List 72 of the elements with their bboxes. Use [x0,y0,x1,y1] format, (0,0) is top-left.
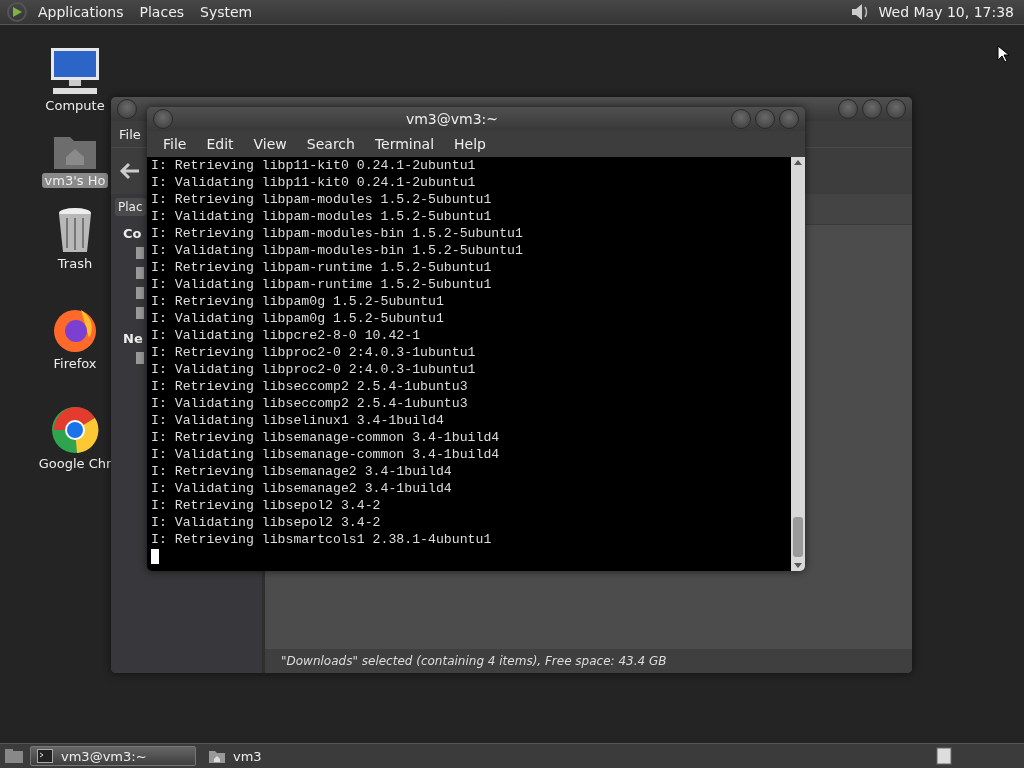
window-title: vm3@vm3:~ [404,111,500,127]
panel-menu[interactable]: Places [133,4,191,20]
window-button[interactable] [838,99,858,119]
terminal-line: I: Retrieving libpam-modules-bin 1.5.2-5ubuntu1 [151,225,524,242]
menu-item[interactable]: File [115,126,145,142]
panel-menu[interactable]: System [194,4,259,20]
drive-icon[interactable] [135,306,145,320]
terminal-line: I: Validating libp11-kit0 0.24.1-2ubuntu1 [151,174,477,191]
icon-label[interactable]: Compute [42,98,108,113]
window-button[interactable] [755,109,775,129]
terminal-line: I: Retrieving libsmartcols1 2.38.1-4ubuntu1 [151,531,493,548]
show-desktop-icon[interactable] [4,748,24,764]
workspace-icon[interactable] [936,747,952,765]
icon-label[interactable]: Trash [54,256,96,271]
window-button[interactable] [153,109,173,129]
icon-label[interactable]: Firefox [50,356,100,371]
window-button[interactable] [862,99,882,119]
scroll-down-icon[interactable] [794,563,802,569]
terminal-line: I: Retrieving libpam-modules 1.5.2-5ubuntu1 [151,191,493,208]
terminal-line: I: Retrieving libp11-kit0 0.24.1-2ubuntu1 [151,157,477,174]
status-bar: "Downloads" selected (containing 4 items), Free space: 43.4 GB [265,649,912,673]
icon-label[interactable]: Google Chr [35,456,115,471]
terminal-line: I: Retrieving libsemanage2 3.4-1build4 [151,463,453,480]
drive-icon[interactable] [135,286,145,300]
terminal-icon [37,749,53,763]
sidebar-heading: Ne [123,331,143,346]
terminal-line: I: Retrieving libproc2-0 2:4.0.3-1ubuntu1 [151,344,477,361]
terminal-line: I: Retrieving libsepol2 3.4-2 [151,497,382,514]
terminal-line: I: Validating libseccomp2 2.5.4-1ubuntu3 [151,395,469,412]
terminal-line: I: Validating libsepol2 3.4-2 [151,514,382,531]
terminal-line: I: Validating libpam-modules-bin 1.5.2-5ubuntu1 [151,242,524,259]
chrome-icon [51,406,99,454]
drive-icon[interactable] [135,351,145,365]
menu-item[interactable]: Terminal [366,136,443,152]
window-button[interactable] [731,109,751,129]
terminal-line: I: Validating libproc2-0 2:4.0.3-1ubuntu1 [151,361,477,378]
sidebar-heading: Co [123,226,142,241]
terminal-line: I: Retrieving libsemanage-common 3.4-1build4 [151,429,501,446]
window-button[interactable] [886,99,906,119]
menu-item[interactable]: Help [446,136,494,152]
terminal-line: I: Validating libsemanage-common 3.4-1build4 [151,446,501,463]
terminal-line: I: Validating libsemanage2 3.4-1build4 [151,480,453,497]
window-button[interactable] [117,99,137,119]
back-icon[interactable] [119,162,141,180]
folder-icon [209,749,225,763]
terminal-line: I: Validating libpam0g 1.5.2-5ubuntu1 [151,310,445,327]
scroll-thumb[interactable] [793,517,803,557]
places-button[interactable]: Plac [115,198,146,216]
terminal-line: I: Validating libpam-runtime 1.5.2-5ubuntu1 [151,276,493,293]
scrollbar[interactable] [791,157,805,571]
text-cursor [151,549,159,564]
taskbar-button[interactable]: vm3 [202,746,312,766]
drive-icon[interactable] [135,246,145,260]
computer-icon [49,46,101,96]
terminal-line: I: Validating libselinux1 3.4-1build4 [151,412,445,429]
menu-item[interactable]: View [245,136,295,152]
panel-menu[interactable]: Applications [32,4,130,20]
scroll-up-icon[interactable] [794,159,802,165]
terminal-line: I: Retrieving libpam0g 1.5.2-5ubuntu1 [151,293,445,310]
window-button[interactable] [779,109,799,129]
menu-item[interactable]: File [155,136,195,152]
menu-item[interactable]: Search [298,136,363,152]
terminal-line: I: Validating libpam-modules 1.5.2-5ubuntu1 [151,208,493,225]
menu-item[interactable]: Edit [198,136,242,152]
terminal-line: I: Validating libpcre2-8-0 10.42-1 [151,327,422,344]
terminal-line: I: Retrieving libseccomp2 2.5.4-1ubuntu3 [151,378,469,395]
terminal-line: I: Retrieving libpam-runtime 1.5.2-5ubuntu1 [151,259,493,276]
taskbar-button[interactable]: vm3@vm3:~ [30,746,196,766]
mouse-pointer-icon [997,45,1009,63]
clock[interactable]: Wed May 10, 17:38 [874,4,1018,20]
drive-icon[interactable] [135,266,145,280]
logo-icon[interactable] [6,1,28,23]
